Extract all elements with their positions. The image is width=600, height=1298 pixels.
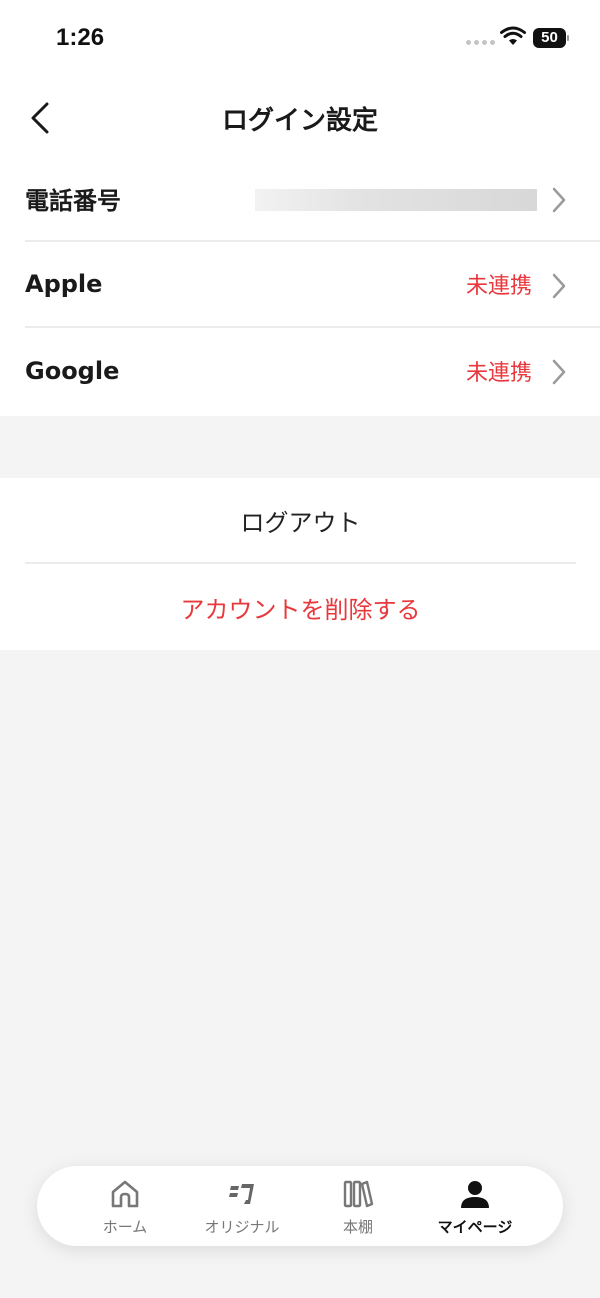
tab-bookshelf[interactable]: 本棚: [303, 1166, 413, 1246]
page-title: ログイン設定: [221, 106, 378, 136]
tab-label-mypage: マイページ: [437, 1218, 513, 1236]
tab-original[interactable]: オリジナル: [187, 1166, 297, 1246]
battery-icon: 50: [533, 28, 569, 48]
account-label-phone: 電話番号: [25, 186, 121, 215]
account-row-google[interactable]: Google 未連携: [25, 328, 600, 414]
bookshelf-icon: [343, 1180, 374, 1208]
home-icon: [111, 1180, 139, 1208]
tab-label-home: ホーム: [102, 1218, 148, 1236]
account-row-phone[interactable]: 電話番号: [25, 156, 600, 242]
account-status-google: 未連携: [465, 361, 532, 386]
tab-label-bookshelf: 本棚: [342, 1218, 373, 1236]
chevron-right-icon: [552, 359, 566, 385]
chevron-right-icon: [552, 273, 566, 299]
chevron-right-icon: [552, 187, 566, 213]
status-bar: 1:26 50: [0, 0, 600, 80]
account-row-apple[interactable]: Apple 未連携: [25, 242, 600, 328]
tab-bar: ホーム オリジナル 本棚 マイページ: [37, 1166, 563, 1246]
original-icon: [229, 1184, 254, 1204]
status-time: 1:26: [56, 24, 105, 51]
person-icon: [461, 1181, 489, 1208]
account-actions: ログアウト アカウントを削除する: [0, 478, 600, 650]
account-label-apple: Apple: [25, 270, 103, 298]
header: ログイン設定: [0, 80, 600, 156]
masked-phone-number: [255, 189, 537, 211]
tab-label-original: オリジナル: [204, 1218, 280, 1236]
account-label-google: Google: [25, 357, 120, 385]
tab-home[interactable]: ホーム: [70, 1166, 180, 1246]
account-status-apple: 未連携: [465, 274, 532, 299]
tab-mypage[interactable]: マイページ: [420, 1166, 530, 1246]
screen: 1:26 50 ログイン設定 電話番号 Apple 未連携 Google 未連携…: [0, 0, 600, 1298]
wifi-icon: [500, 26, 526, 45]
battery-level: 50: [533, 28, 566, 48]
delete-account-button[interactable]: アカウントを削除する: [25, 564, 576, 650]
linked-accounts-list: 電話番号 Apple 未連携 Google 未連携: [0, 156, 600, 416]
cellular-signal-icon: [466, 40, 495, 45]
logout-button[interactable]: ログアウト: [25, 478, 576, 564]
